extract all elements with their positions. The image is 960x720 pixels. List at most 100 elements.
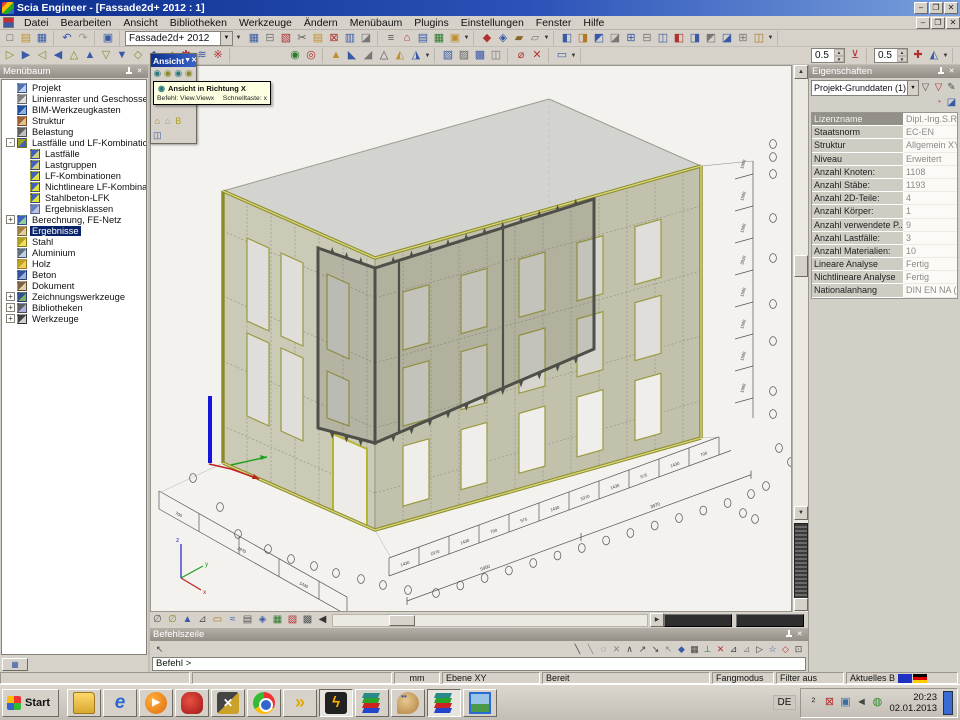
document-icon[interactable] xyxy=(3,17,14,28)
undo-group-icon[interactable]: ↷ xyxy=(75,31,91,46)
snap-icon[interactable]: ◌ xyxy=(597,643,610,656)
menu-werkzeuge[interactable]: Werkzeuge xyxy=(233,17,298,29)
tree-item-beton[interactable]: Beton xyxy=(2,269,146,280)
toolbar-group-icon[interactable]: ▰ xyxy=(511,31,527,46)
toolbar-group-icon[interactable]: ⊻ xyxy=(847,48,863,63)
property-tool-icon[interactable]: ◪ xyxy=(945,97,958,110)
mdi-close-button[interactable]: ✕ xyxy=(946,17,960,29)
toolbar-group-icon[interactable]: ◢ xyxy=(360,48,376,63)
close-button[interactable]: ✕ xyxy=(944,2,958,14)
file-group-icon[interactable]: ▦ xyxy=(34,31,50,46)
tree-item-stahl[interactable]: Stahl xyxy=(2,236,146,247)
command-input[interactable]: Befehl > xyxy=(152,657,806,671)
mdi-restore-button[interactable]: ❐ xyxy=(931,17,945,29)
view-direction-icon[interactable]: ◉ xyxy=(173,68,184,80)
snap-icon[interactable]: ✕ xyxy=(610,643,623,656)
menu-bibliotheken[interactable]: Bibliotheken xyxy=(164,17,233,29)
tree-item-lf-kombinationen[interactable]: LF-Kombinationen xyxy=(2,170,146,181)
toolbar-group-icon[interactable]: ⊟ xyxy=(639,31,655,46)
snap-icon[interactable]: ⊿ xyxy=(740,643,753,656)
property-row[interactable]: Anzahl Knoten:1108 xyxy=(812,166,957,179)
property-row[interactable]: Anzahl verwendete P...9 xyxy=(812,219,957,232)
tree-item-berechnung-fe-netz[interactable]: +Berechnung, FE-Netz xyxy=(2,214,146,225)
tree-item-aluminium[interactable]: Aluminium xyxy=(2,247,146,258)
status-filter[interactable]: Filter aus xyxy=(776,672,844,684)
status-unit[interactable]: mm xyxy=(394,672,440,684)
snap-icon[interactable]: ◇ xyxy=(779,643,792,656)
taskbar-item-folder[interactable] xyxy=(67,689,101,717)
toolbar-icon[interactable]: △ xyxy=(66,48,82,63)
tray-icon[interactable]: ⊠ xyxy=(821,695,837,710)
property-tool-icon[interactable]: ▽ xyxy=(932,82,945,95)
panel-tab[interactable]: ▦ xyxy=(2,658,28,671)
toolbar-group-icon[interactable]: ▤ xyxy=(415,31,431,46)
language-indicator[interactable]: DE xyxy=(773,695,797,710)
file-group-icon[interactable]: ▤ xyxy=(18,31,34,46)
ansicht-toolbar-header[interactable]: Ansicht ▼ ✕ xyxy=(151,54,196,67)
snap-icon[interactable]: ✕ xyxy=(714,643,727,656)
viewport-tool-icon[interactable]: ≈ xyxy=(225,613,240,627)
snap-icon[interactable]: ▦ xyxy=(688,643,701,656)
tray-icon[interactable]: ◍ xyxy=(869,695,885,710)
tree-item-ergebnisklassen[interactable]: Ergebnisklassen xyxy=(2,203,146,214)
view-tool-icon[interactable]: ◫ xyxy=(152,130,163,142)
toolbar-group-icon[interactable]: ▧ xyxy=(440,48,456,63)
pin-icon[interactable] xyxy=(123,67,134,77)
tree-expander-icon[interactable]: + xyxy=(6,215,15,224)
tree-item-zeichnungswerkzeuge[interactable]: +Zeichnungswerkzeuge xyxy=(2,291,146,302)
property-row[interactable]: Anzahl 2D-Teile:4 xyxy=(812,192,957,205)
viewport-tool-icon[interactable]: ∅ xyxy=(150,613,165,627)
tray-icon[interactable]: ◄ xyxy=(853,695,869,710)
undo-group-icon[interactable]: ↶ xyxy=(59,31,75,46)
tree-item-nichtlineare-lf-kombinationen[interactable]: Nichtlineare LF-Kombinationen xyxy=(2,181,146,192)
taskbar-item-image-viewer[interactable] xyxy=(463,689,497,717)
model-canvas[interactable]: 1430197014307005751430197014305751430700… xyxy=(150,65,792,612)
property-row[interactable]: LizenznameDipl.-Ing.S.Ryklin STAT... xyxy=(812,113,957,126)
chevron-down-icon[interactable]: ▼ xyxy=(543,35,550,41)
property-row[interactable]: Anzahl Materialien:10 xyxy=(812,245,957,258)
toolbar-group-icon[interactable]: ▱ xyxy=(527,31,543,46)
toolbar-group-icon[interactable]: ◉ xyxy=(287,48,303,63)
viewport-tool-icon[interactable]: ▭ xyxy=(210,613,225,627)
toolbar-group-icon[interactable]: ◫ xyxy=(488,48,504,63)
tray-icon[interactable]: ² xyxy=(805,695,821,710)
spin-down-icon[interactable]: ▼ xyxy=(897,56,907,63)
view-tool-icon[interactable]: ⌂ xyxy=(163,116,174,128)
toolbar-group-icon[interactable]: ▧ xyxy=(278,31,294,46)
toolbar-icon[interactable]: ▲ xyxy=(82,48,98,63)
taskbar-item-winamp[interactable]: ϟ xyxy=(319,689,353,717)
toolbar-group-icon[interactable]: ◫ xyxy=(751,31,767,46)
tree-item-projekt[interactable]: Projekt xyxy=(2,82,146,93)
menu-ändern[interactable]: Ändern xyxy=(298,17,344,29)
tree-item-struktur[interactable]: Struktur xyxy=(2,115,146,126)
viewport-tool-icon[interactable]: ▦ xyxy=(270,613,285,627)
snap-icon[interactable]: ⊡ xyxy=(792,643,805,656)
tree-expander-icon[interactable]: - xyxy=(6,138,15,147)
chevron-down-icon[interactable]: ▼ xyxy=(942,53,949,59)
status-snap-mode[interactable]: Fangmodus xyxy=(712,672,774,684)
toolbar-group-icon[interactable]: ▩ xyxy=(472,48,488,63)
tray-icon[interactable]: ▣ xyxy=(837,695,853,710)
status-plane[interactable]: Ebene XY xyxy=(442,672,540,684)
toolbar-group-icon[interactable]: ▨ xyxy=(456,48,472,63)
property-tool-icon[interactable]: ◔ xyxy=(932,97,945,110)
snap-icon[interactable]: ↖ xyxy=(662,643,675,656)
toolbar-group-icon[interactable]: ⊠ xyxy=(326,31,342,46)
toolbar-group-icon[interactable]: ⌂ xyxy=(399,31,415,46)
selected-frame-left[interactable] xyxy=(318,248,375,443)
pin-icon[interactable] xyxy=(935,67,946,77)
toolbar-icon[interactable]: ◁ xyxy=(34,48,50,63)
tree-item-stahlbeton-lfk[interactable]: Stahlbeton-LFK xyxy=(2,192,146,203)
toolbar-group-icon[interactable]: ⌀ xyxy=(513,48,529,63)
snap-icon[interactable]: ◆ xyxy=(675,643,688,656)
toolbar-group-icon[interactable]: ◈ xyxy=(495,31,511,46)
scroll-ribbed-handle[interactable] xyxy=(794,523,808,601)
property-row[interactable]: Anzahl Körper:1 xyxy=(812,205,957,218)
scale-spinner-1[interactable]: 0.5▲▼ xyxy=(811,48,845,63)
scale-spinner-2[interactable]: 0.5▲▼ xyxy=(874,48,908,63)
tree-item-lastf-lle-und-lf-kombinationen[interactable]: -Lastfälle und LF-Kombinationen xyxy=(2,137,146,148)
tree-expander-icon[interactable]: + xyxy=(6,303,15,312)
toolbar-group-icon[interactable]: ✕ xyxy=(529,48,545,63)
chevron-down-icon[interactable]: ▼ xyxy=(767,35,774,41)
taskbar-item-media-player[interactable]: ▶ xyxy=(139,689,173,717)
